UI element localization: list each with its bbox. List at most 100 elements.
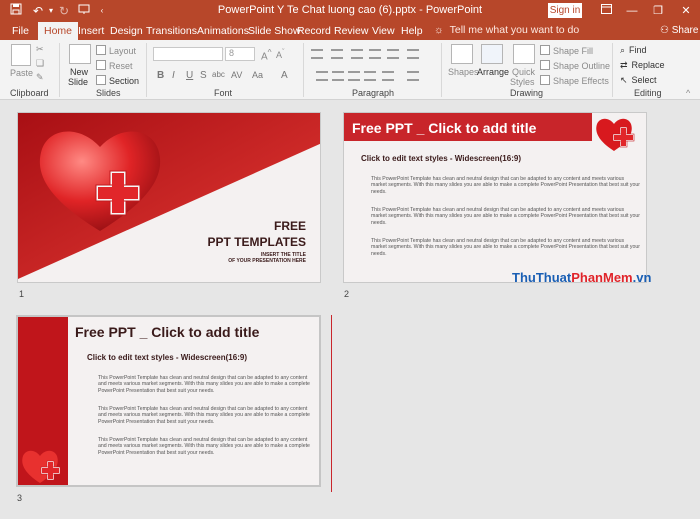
tab-review[interactable]: Review — [334, 22, 368, 40]
slide-2-heart-logo — [592, 113, 644, 151]
select-button[interactable]: ↖ Select — [620, 75, 657, 86]
shapes-button[interactable]: Shapes — [448, 67, 479, 77]
ribbon-display-icon[interactable] — [596, 3, 616, 19]
tell-me-search[interactable]: ☼ Tell me what you want to do — [434, 24, 579, 36]
group-label-drawing: Drawing — [510, 88, 544, 98]
new-slide-icon — [69, 44, 91, 64]
align-left-icon[interactable] — [316, 71, 328, 81]
slide-2-title: Free PPT _ Click to add title — [352, 120, 537, 136]
paint-bucket-icon — [540, 45, 550, 55]
strikethrough-button[interactable]: S — [200, 70, 207, 81]
quick-styles-button-line1[interactable]: Quick — [512, 67, 535, 77]
change-case-button[interactable]: Aa — [252, 70, 263, 80]
slide-3-subtitle: Click to edit text styles - Widescreen(1… — [87, 353, 247, 362]
line-spacing-icon[interactable] — [387, 49, 399, 59]
slide-thumbnail-1[interactable]: FREE PPT TEMPLATES INSERT THE TITLE OF Y… — [17, 112, 321, 283]
divider — [59, 43, 60, 97]
tab-animations[interactable]: Animations — [197, 22, 249, 40]
group-label-editing: Editing — [634, 88, 662, 98]
effects-icon — [540, 75, 550, 85]
tab-home[interactable]: Home — [38, 22, 79, 40]
minimize-icon[interactable]: — — [622, 3, 642, 19]
format-painter-icon[interactable]: ✎ — [36, 72, 44, 83]
tab-view[interactable]: View — [372, 22, 395, 40]
collapse-ribbon-icon[interactable]: ^ — [686, 88, 690, 98]
slide-2-paragraph: This PowerPoint Template has clean and n… — [371, 238, 641, 257]
grow-font-icon[interactable]: A^ — [261, 47, 272, 62]
find-button[interactable]: ⌕ Find — [620, 45, 647, 56]
reset-icon — [96, 60, 106, 70]
shadow-button[interactable]: abc — [212, 70, 225, 79]
tab-transitions[interactable]: Transitions — [146, 22, 197, 40]
slide-1-subtitle-line2: OF YOUR PRESENTATION HERE — [228, 258, 306, 264]
tab-help[interactable]: Help — [401, 22, 423, 40]
tab-design[interactable]: Design — [110, 22, 143, 40]
layout-icon — [96, 45, 106, 55]
tab-insert[interactable]: Insert — [78, 22, 104, 40]
group-label-paragraph: Paragraph — [352, 88, 395, 98]
smartart-icon[interactable] — [407, 71, 419, 81]
quick-styles-button-line2[interactable]: Styles — [510, 77, 535, 87]
sign-in-button[interactable]: Sign in — [548, 3, 582, 18]
text-direction-icon[interactable] — [407, 49, 419, 59]
tab-slide-show[interactable]: Slide Show — [248, 22, 301, 40]
increase-indent-icon[interactable] — [369, 49, 381, 59]
underline-button[interactable]: U — [186, 70, 193, 81]
align-right-icon[interactable] — [348, 71, 360, 81]
new-slide-button-line2[interactable]: Slide — [68, 77, 88, 87]
shape-outline-button[interactable]: Shape Outline — [540, 60, 610, 71]
section-button[interactable]: Section — [96, 75, 139, 86]
italic-button[interactable]: I — [172, 70, 175, 81]
columns-icon[interactable] — [382, 71, 394, 81]
align-center-icon[interactable] — [332, 71, 344, 81]
shape-fill-button[interactable]: Shape Fill — [540, 45, 593, 56]
cut-icon[interactable]: ✂ — [36, 44, 44, 55]
copy-icon[interactable]: ❏ — [36, 58, 44, 69]
shape-effects-button[interactable]: Shape Effects — [540, 75, 609, 86]
slide-2-subtitle: Click to edit text styles - Widescreen(1… — [361, 154, 521, 163]
tab-record[interactable]: Record — [297, 22, 331, 40]
close-icon[interactable]: ✕ — [676, 3, 696, 19]
bullets-icon[interactable] — [311, 49, 323, 59]
divider — [303, 43, 304, 97]
replace-label: Replace — [631, 60, 665, 70]
arrange-button[interactable]: Arrange — [477, 67, 509, 77]
slide-3-paragraph: This PowerPoint Template has clean and n… — [98, 437, 310, 456]
slide-thumbnail-3[interactable]: Free PPT _ Click to add title Click to e… — [16, 315, 321, 487]
restore-icon[interactable]: ❐ — [648, 3, 668, 19]
paste-button[interactable]: Paste — [10, 68, 33, 78]
slide-thumbnail-2[interactable]: Free PPT _ Click to add title Click to e… — [343, 112, 647, 283]
replace-icon: ⇄ — [620, 60, 628, 70]
group-label-clipboard: Clipboard — [10, 88, 49, 98]
tab-file[interactable]: File — [12, 22, 29, 40]
decrease-indent-icon[interactable] — [351, 49, 363, 59]
layout-button[interactable]: Layout — [96, 45, 136, 56]
watermark-part-3: .vn — [632, 270, 652, 285]
font-name-combo[interactable] — [153, 47, 223, 61]
slide-number-2: 2 — [344, 289, 350, 299]
watermark-part-2: PhanMem — [571, 270, 633, 285]
slide-1-title-line2: PPT TEMPLATES — [207, 235, 306, 249]
slide-3-heart-logo — [22, 450, 61, 483]
font-size-value: 8 — [229, 48, 235, 58]
character-spacing-button[interactable]: AV — [231, 70, 242, 80]
new-slide-button-line1[interactable]: New — [70, 67, 88, 77]
reset-button[interactable]: Reset — [96, 60, 133, 71]
bold-button[interactable]: B — [157, 70, 164, 81]
slide-2-paragraph: This PowerPoint Template has clean and n… — [371, 176, 641, 195]
justify-icon[interactable] — [364, 71, 376, 81]
slide-3-paragraph: This PowerPoint Template has clean and n… — [98, 406, 310, 425]
pen-icon — [540, 60, 550, 70]
divider — [441, 43, 442, 97]
font-color-button[interactable]: A — [281, 70, 288, 81]
shrink-font-icon[interactable]: Aˇ — [276, 47, 285, 60]
replace-button[interactable]: ⇄ Replace — [620, 60, 665, 71]
tell-me-label: Tell me what you want to do — [449, 24, 580, 36]
layout-label: Layout — [109, 46, 137, 56]
numbering-icon[interactable] — [331, 49, 343, 59]
shape-effects-label: Shape Effects — [553, 76, 609, 86]
share-button[interactable]: ⚇ Share — [660, 25, 698, 36]
font-size-combo[interactable]: 8 — [225, 47, 255, 61]
document-title: PowerPoint Y Te Chat luong cao (6).pptx … — [217, 4, 483, 16]
watermark-part-1: ThuThuat — [512, 270, 572, 285]
